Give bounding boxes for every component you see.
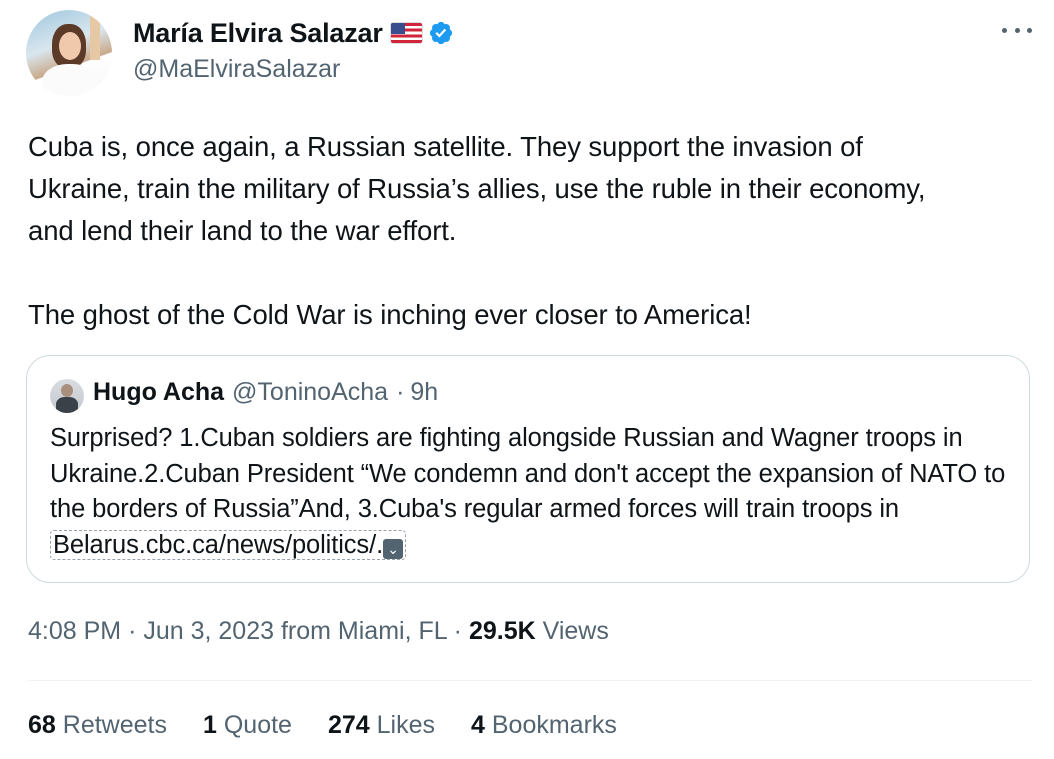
retweets-stat[interactable]: 68 Retweets [28, 711, 167, 740]
avatar-background [90, 16, 100, 60]
quote-link[interactable]: Belarus.cbc.ca/news/politics/. ⌄ [50, 529, 407, 560]
quote-time: 9h [410, 378, 439, 406]
tweet-text: Cuba is, once again, a Russian satellite… [28, 131, 926, 330]
more-options-icon[interactable] [1002, 20, 1032, 40]
author-name[interactable]: María Elvira Salazar [133, 18, 383, 49]
quote-text-body: Surprised? 1.Cuban soldiers are fighting… [50, 424, 1006, 523]
views-label: Views [542, 617, 609, 645]
meta-separator: · [453, 617, 469, 645]
tweet-location: from Miami, FL [280, 617, 447, 645]
engagement-stats: 68 Retweets 1 Quote 274 Likes 4 Bookmark… [28, 711, 653, 740]
quote-author-handle: @ToninoAcha [232, 378, 389, 406]
quote-author-name: Hugo Acha [93, 378, 225, 406]
tweet-time[interactable]: 4:08 PM [28, 617, 121, 645]
quotes-count: 1 [202, 711, 217, 739]
author-name-row: María Elvira Salazar [133, 16, 454, 50]
author-avatar[interactable] [26, 10, 112, 96]
chevron-down-icon[interactable]: ⌄ [383, 538, 404, 559]
verified-badge-icon [429, 21, 452, 45]
views-count: 29.5K [468, 617, 536, 645]
quote-separator: · [396, 378, 405, 406]
tweet-meta: 4:08 PM · Jun 3, 2023 from Miami, FL · 2… [28, 617, 609, 646]
us-flag-icon [390, 23, 422, 43]
bookmarks-count: 4 [471, 711, 485, 739]
quoted-tweet[interactable]: Hugo Acha @ToninoAcha · 9h Surprised? 1.… [26, 355, 1030, 583]
quote-text: Surprised? 1.Cuban soldiers are fighting… [50, 421, 1010, 563]
likes-count: 274 [327, 711, 370, 739]
avatar-body [42, 64, 98, 96]
avatar-face [59, 32, 81, 60]
likes-stat[interactable]: 274 Likes [328, 711, 435, 740]
quote-author-avatar[interactable] [50, 379, 84, 413]
quote-link-text[interactable]: Belarus.cbc.ca/news/politics/. [53, 531, 383, 559]
author-handle[interactable]: @MaElviraSalazar [133, 55, 340, 84]
likes-label: Likes [376, 711, 435, 739]
divider [28, 680, 1032, 681]
quotes-label: Quote [223, 711, 292, 739]
bookmarks-label: Bookmarks [491, 711, 617, 739]
meta-separator: · [128, 617, 144, 645]
retweets-label: Retweets [62, 711, 167, 739]
quote-header: Hugo Acha @ToninoAcha · 9h [93, 378, 438, 407]
bookmarks-stat[interactable]: 4 Bookmarks [471, 711, 617, 740]
tweet-date[interactable]: Jun 3, 2023 [143, 617, 274, 645]
quotes-stat[interactable]: 1 Quote [203, 711, 292, 740]
retweets-count: 68 [28, 711, 56, 739]
